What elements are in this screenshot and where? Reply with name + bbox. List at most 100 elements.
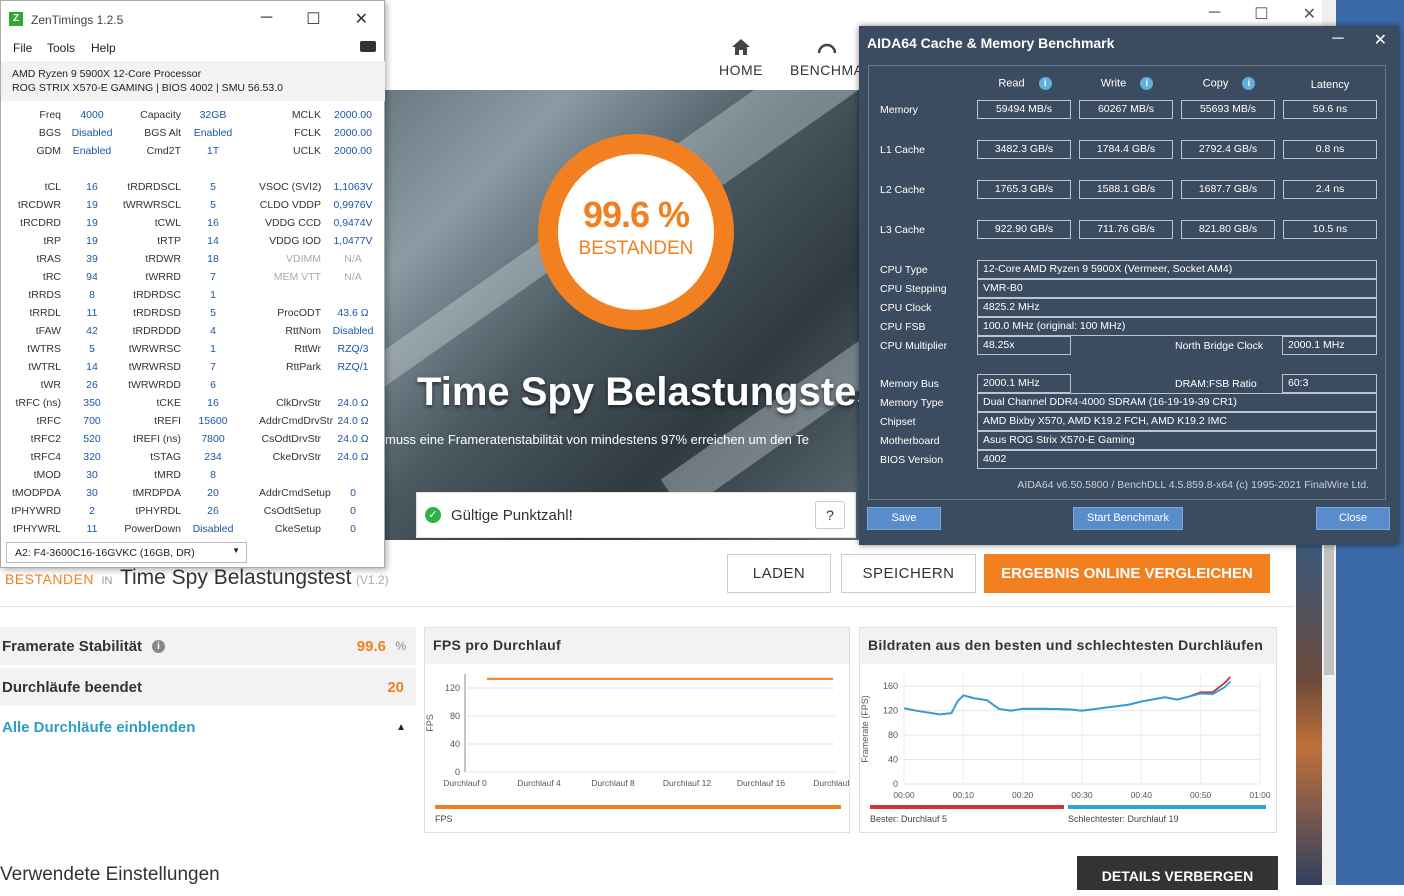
- zt-timing-value: 24.0 Ω: [337, 451, 369, 463]
- cpu-mult-label: CPU Multiplier: [880, 340, 948, 352]
- gauge-icon: [817, 43, 836, 54]
- cpu-fsb-label: CPU FSB: [880, 321, 926, 333]
- screenshot-camera-icon[interactable]: [360, 41, 376, 52]
- legend-worst-label: Schlechtester: Durchlauf 19: [1068, 814, 1179, 824]
- zt-timing-label: Freq: [39, 109, 61, 121]
- menu-file[interactable]: File: [13, 41, 32, 55]
- aida-save-button[interactable]: Save: [867, 507, 941, 530]
- zentimings-window: Z ZenTimings 1.2.5 ─ ☐ ✕ File Tools Help…: [0, 0, 385, 568]
- zt-timing-label: VDIMM: [286, 253, 321, 265]
- bench-value: 10.5 ns: [1283, 220, 1377, 239]
- fps-chart: 0 40 80 120 Durchlauf 0 Durchlauf 4 Durchlauf …: [425, 674, 857, 824]
- compare-online-button[interactable]: ERGEBNIS ONLINE VERGLEICHEN: [984, 554, 1270, 593]
- zt-timing-label: CkeDrvStr: [272, 451, 321, 463]
- dram-ratio-value: 60:3: [1282, 374, 1377, 393]
- help-button[interactable]: ?: [815, 501, 845, 529]
- zt-timing-label: CLDO VDDP: [259, 199, 321, 211]
- cpu-mult-value: 48.25x: [977, 336, 1071, 355]
- nav-benchmarks[interactable]: BENCHMA: [790, 38, 864, 78]
- col-read: Read i: [978, 77, 1072, 90]
- zt-timing-value: 43.6 Ω: [337, 307, 369, 319]
- dimm-selector[interactable]: A2: F4-3600C16-16GVKC (16GB, DR) ▼: [6, 542, 247, 563]
- zt-timing-value: N/A: [344, 271, 362, 283]
- zt-timing-label: tRDWR: [145, 253, 181, 265]
- aida-close-button[interactable]: Close: [1316, 507, 1390, 530]
- show-all-loops-toggle[interactable]: Alle Durchläufe einblenden ▲: [0, 708, 416, 746]
- mem-bus-label: Memory Bus: [880, 378, 939, 390]
- x-tick-label: 00:40: [1131, 790, 1153, 800]
- close-icon[interactable]: ✕: [1374, 30, 1387, 50]
- save-button[interactable]: SPEICHERN: [841, 554, 976, 593]
- zt-timing-value: 2000.00: [334, 145, 372, 157]
- info-icon[interactable]: i: [1038, 77, 1052, 90]
- y-tick-label: 160: [883, 681, 898, 691]
- score-label: BESTANDEN: [578, 238, 694, 259]
- stat-loops-value: 20: [387, 678, 404, 696]
- zt-timing-value: 7800: [201, 433, 225, 445]
- chipset-label: Chipset: [880, 416, 916, 428]
- result-version: (V1.2): [355, 573, 389, 587]
- fps-chart-panel: FPS pro Durchlauf 0 40 80 120 Durchlauf 0 Dur…: [424, 627, 857, 833]
- zt-timing-value: 8: [210, 469, 216, 481]
- info-icon[interactable]: i: [1140, 77, 1154, 90]
- legend-best-bar: [870, 805, 1064, 809]
- scrollbar-thumb[interactable]: [1324, 540, 1334, 675]
- load-button[interactable]: LADEN: [727, 554, 831, 593]
- aida-window-controls: ─ ✕: [1332, 30, 1387, 50]
- zt-timing-label: CsOdtDrvStr: [261, 433, 321, 445]
- zt-timing-value: N/A: [344, 253, 362, 265]
- zt-timing-value: 24.0 Ω: [337, 397, 369, 409]
- x-tick-label: Durchlauf 16: [737, 778, 785, 788]
- info-icon[interactable]: i: [1242, 77, 1256, 90]
- zt-timing-value: 24.0 Ω: [337, 433, 369, 445]
- framerate-chart: 0 40 80 120 160 00:00 00:10 00:20 00:30 00:40 00:5…: [860, 674, 1271, 824]
- nav-home[interactable]: HOME: [719, 38, 763, 78]
- zt-timing-value: 0: [350, 505, 356, 517]
- zt-timing-label: ClkDrvStr: [276, 397, 321, 409]
- zt-titlebar: Z ZenTimings 1.2.5 ─ ☐ ✕: [1, 1, 384, 37]
- close-icon[interactable]: ✕: [1303, 4, 1316, 24]
- minimize-icon[interactable]: ─: [261, 9, 272, 29]
- cpu-stepping-value: VMR-B0: [977, 279, 1377, 298]
- bench-row-label: L1 Cache: [880, 144, 925, 156]
- maximize-icon[interactable]: ☐: [306, 9, 320, 29]
- zt-timing-label: RttWr: [294, 343, 321, 355]
- legend-fps-bar: [435, 805, 841, 809]
- zt-timing-label: tCL: [44, 181, 61, 193]
- y-tick-label: 40: [450, 739, 460, 749]
- zt-timing-value: 1,1063V: [333, 181, 373, 193]
- cpu-type-value: 12-Core AMD Ryzen 9 5900X (Vermeer, Sock…: [977, 260, 1377, 279]
- x-tick-label: 00:10: [953, 790, 975, 800]
- col-copy: Copy i: [1182, 77, 1276, 90]
- minimize-icon[interactable]: ─: [1332, 30, 1343, 50]
- zt-window-controls: ─ ☐ ✕: [261, 9, 368, 29]
- menu-help[interactable]: Help: [91, 41, 116, 55]
- start-benchmark-button[interactable]: Start Benchmark: [1073, 507, 1183, 530]
- nb-clock-value: 2000.1 MHz: [1282, 336, 1377, 355]
- zt-timing-label: tMRDPDA: [132, 487, 181, 499]
- close-icon[interactable]: ✕: [355, 9, 368, 29]
- zt-timing-value: 5: [210, 307, 216, 319]
- zt-timing-value: 18: [207, 253, 219, 265]
- col-copy-label: Copy: [1202, 77, 1229, 90]
- zt-timing-label: tRP: [43, 235, 61, 247]
- menu-tools[interactable]: Tools: [47, 41, 75, 55]
- bench-row-label: Memory: [880, 104, 918, 116]
- cpu-type-label: CPU Type: [880, 264, 928, 276]
- bench-value: 60267 MB/s: [1079, 100, 1173, 119]
- score-value: 99.6 %: [582, 194, 690, 235]
- zt-timing-value: 234: [204, 451, 222, 463]
- zt-timing-label: tMOD: [33, 469, 61, 481]
- stat-loops: Durchläufe beendet 20: [0, 668, 416, 706]
- legend-fps-label: FPS: [435, 814, 453, 824]
- x-tick-label: Durchlauf 0: [443, 778, 487, 788]
- maximize-icon[interactable]: ☐: [1254, 4, 1268, 24]
- col-write: Write i: [1080, 77, 1174, 90]
- minimize-icon[interactable]: ─: [1209, 4, 1220, 24]
- zt-timing-value: 2000.00: [334, 109, 372, 121]
- cpu-stepping-label: CPU Stepping: [880, 283, 947, 295]
- x-tick-label: 00:50: [1190, 790, 1212, 800]
- zt-timing-label: tREFI: [154, 415, 181, 427]
- zt-timing-value: 4: [210, 325, 216, 337]
- info-icon[interactable]: i: [152, 639, 166, 653]
